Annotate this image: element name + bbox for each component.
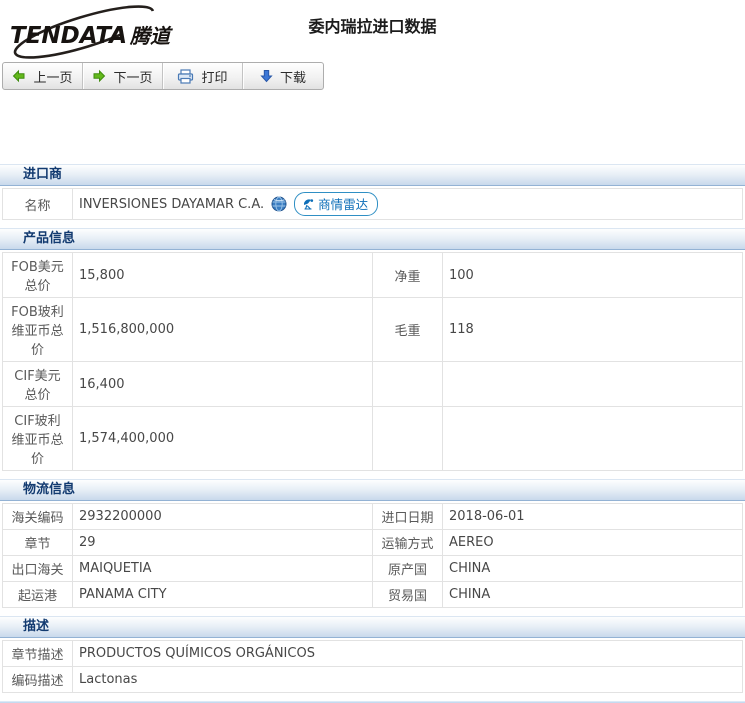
section-header-product: 产品信息 — [0, 228, 745, 250]
table-row: 海关编码 2932200000 进口日期 2018-06-01 — [3, 504, 743, 530]
radar-icon — [302, 198, 315, 210]
field-value: 118 — [443, 298, 743, 362]
field-label: 章节 — [3, 530, 73, 556]
arrow-right-icon — [92, 69, 106, 83]
importer-table: 名称 INVERSIONES DAYAMAR C.A. 商情雷达 — [2, 188, 743, 220]
field-value — [443, 362, 743, 407]
business-radar-label: 商情雷达 — [318, 194, 368, 213]
field-label: 原产国 — [373, 556, 443, 582]
description-table: 章节描述 PRODUCTOS QUÍMICOS ORGÁNICOS 编码描述 L… — [2, 640, 743, 693]
section-header-importer: 进口商 — [0, 164, 745, 186]
importer-name-label: 名称 — [3, 189, 73, 220]
field-value: 100 — [443, 253, 743, 298]
field-value: Lactonas — [73, 667, 743, 693]
printer-icon — [177, 69, 194, 84]
business-radar-button[interactable]: 商情雷达 — [294, 192, 378, 216]
field-label: 运输方式 — [373, 530, 443, 556]
table-row: 章节 29 运输方式 AEREO — [3, 530, 743, 556]
arrow-down-icon — [260, 69, 273, 83]
prev-page-label: 上一页 — [33, 67, 72, 86]
field-value: 2018-06-01 — [443, 504, 743, 530]
table-row: 编码描述 Lactonas — [3, 667, 743, 693]
field-value: 16,400 — [73, 362, 373, 407]
field-value: 2932200000 — [73, 504, 373, 530]
download-label: 下载 — [280, 67, 306, 86]
prev-page-button[interactable]: 上一页 — [3, 63, 83, 89]
page-title: 委内瑞拉进口数据 — [0, 13, 745, 37]
importer-name-cell: INVERSIONES DAYAMAR C.A. 商情雷达 — [73, 189, 743, 220]
field-value: 1,574,400,000 — [73, 407, 373, 471]
field-label: 贸易国 — [373, 582, 443, 608]
field-value: CHINA — [443, 556, 743, 582]
field-label: CIF玻利维亚币总价 — [3, 407, 73, 471]
field-label — [373, 362, 443, 407]
field-value: 1,516,800,000 — [73, 298, 373, 362]
table-row: FOB玻利维亚币总价 1,516,800,000 毛重 118 — [3, 298, 743, 362]
field-value — [443, 407, 743, 471]
field-label: CIF美元总价 — [3, 362, 73, 407]
toolbar: 上一页 下一页 打印 下载 — [2, 62, 324, 90]
field-label: 净重 — [373, 253, 443, 298]
arrow-left-icon — [12, 69, 26, 83]
table-row: FOB美元总价 15,800 净重 100 — [3, 253, 743, 298]
field-value: AEREO — [443, 530, 743, 556]
print-label: 打印 — [201, 67, 227, 86]
next-page-label: 下一页 — [113, 67, 152, 86]
table-row: 出口海关 MAIQUETIA 原产国 CHINA — [3, 556, 743, 582]
table-row: 章节描述 PRODUCTOS QUÍMICOS ORGÁNICOS — [3, 641, 743, 667]
field-value: PRODUCTOS QUÍMICOS ORGÁNICOS — [73, 641, 743, 667]
field-label: 进口日期 — [373, 504, 443, 530]
globe-icon[interactable] — [271, 196, 287, 212]
download-button[interactable]: 下载 — [243, 63, 323, 89]
field-label: 章节描述 — [3, 641, 73, 667]
table-row: CIF美元总价 16,400 — [3, 362, 743, 407]
field-value: CHINA — [443, 582, 743, 608]
field-label: FOB美元总价 — [3, 253, 73, 298]
field-label: FOB玻利维亚币总价 — [3, 298, 73, 362]
field-value: 29 — [73, 530, 373, 556]
print-button[interactable]: 打印 — [163, 63, 243, 89]
field-value: MAIQUETIA — [73, 556, 373, 582]
table-row: CIF玻利维亚币总价 1,574,400,000 — [3, 407, 743, 471]
field-label: 海关编码 — [3, 504, 73, 530]
importer-name-value: INVERSIONES DAYAMAR C.A. — [79, 197, 264, 212]
next-page-button[interactable]: 下一页 — [83, 63, 163, 89]
field-label: 起运港 — [3, 582, 73, 608]
page-header: TENDATA腾道 委内瑞拉进口数据 — [0, 0, 745, 58]
field-label: 毛重 — [373, 298, 443, 362]
logistics-table: 海关编码 2932200000 进口日期 2018-06-01 章节 29 运输… — [2, 503, 743, 608]
product-table: FOB美元总价 15,800 净重 100 FOB玻利维亚币总价 1,516,8… — [2, 252, 743, 471]
field-value: 15,800 — [73, 253, 373, 298]
section-header-description: 描述 — [0, 616, 745, 638]
field-label: 出口海关 — [3, 556, 73, 582]
field-label — [373, 407, 443, 471]
section-header-logistics: 物流信息 — [0, 479, 745, 501]
table-row: 名称 INVERSIONES DAYAMAR C.A. 商情雷达 — [3, 189, 743, 220]
field-value: PANAMA CITY — [73, 582, 373, 608]
table-row: 起运港 PANAMA CITY 贸易国 CHINA — [3, 582, 743, 608]
field-label: 编码描述 — [3, 667, 73, 693]
